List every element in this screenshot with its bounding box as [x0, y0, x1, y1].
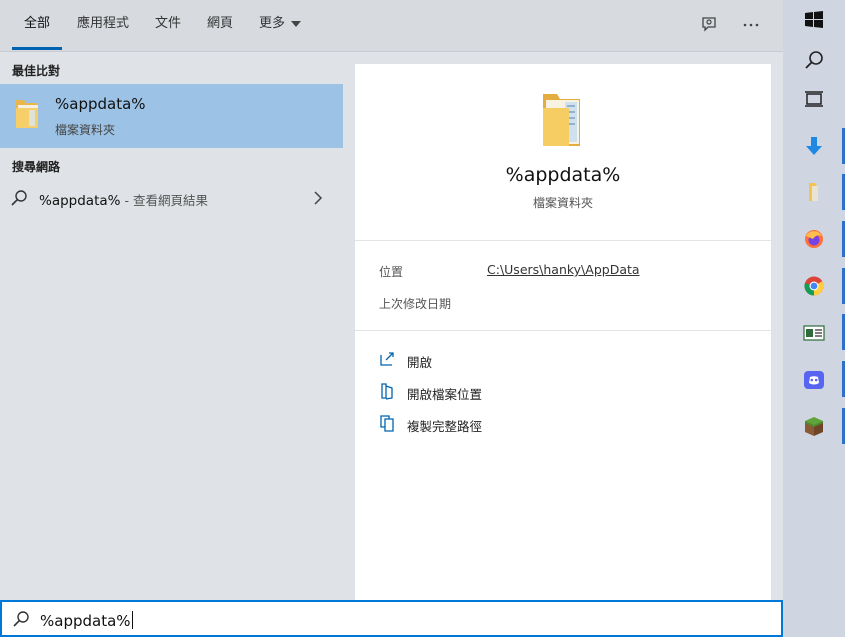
web-result-query: %appdata% [39, 193, 121, 209]
chrome-icon[interactable] [803, 275, 825, 297]
download-icon[interactable] [803, 135, 825, 157]
windows-start-icon[interactable] [803, 9, 825, 31]
chevron-down-icon [291, 20, 302, 27]
minecraft-icon[interactable] [803, 415, 825, 437]
discord-icon[interactable] [803, 369, 825, 391]
active-tab-indicator [12, 47, 62, 50]
search-icon[interactable] [803, 49, 825, 71]
news-app-icon[interactable] [803, 322, 825, 344]
search-input-value: %appdata% [40, 612, 131, 630]
preview-title: %appdata% [505, 164, 621, 186]
open-action[interactable]: 開啟 [379, 350, 499, 370]
text-cursor [131, 611, 133, 629]
task-view-icon[interactable] [803, 88, 825, 110]
copy-full-path-action[interactable]: 複製完整路徑 [379, 414, 519, 434]
open-location-icon [381, 383, 393, 400]
preview-pane: %appdata% 檔案資料夾 位置 C:\Users\hanky\AppDat… [355, 64, 771, 602]
modified-date-label: 上次修改日期 [379, 297, 452, 311]
tab-web[interactable]: 網頁 [207, 16, 233, 36]
tab-more[interactable]: 更多 [259, 16, 302, 36]
web-result-suffix: - 查看網頁結果 [120, 193, 208, 208]
search-panel: 全部 應用程式 文件 網頁 更多 最佳比對 %appdata% 檔案資料夾 搜尋… [0, 0, 783, 637]
search-input[interactable]: %appdata% [40, 611, 133, 630]
web-search-heading: 搜尋網路 [12, 160, 61, 174]
tab-more-label: 更多 [259, 16, 286, 31]
preview-subtitle: 檔案資料夾 [532, 196, 593, 210]
feedback-icon[interactable] [699, 15, 719, 35]
divider [355, 330, 771, 331]
file-explorer-icon[interactable] [803, 181, 825, 203]
folder-icon [16, 100, 38, 128]
tab-documents[interactable]: 文件 [155, 16, 181, 36]
open-action-label: 開啟 [407, 355, 433, 370]
search-icon [11, 190, 27, 206]
search-box[interactable]: %appdata% [0, 600, 783, 637]
best-match-title: %appdata% [55, 95, 146, 113]
open-icon [380, 352, 394, 366]
tab-all[interactable]: 全部 [24, 16, 50, 36]
best-match-subtitle: 檔案資料夾 [55, 123, 116, 137]
search-icon [13, 611, 29, 627]
taskbar [783, 0, 845, 637]
chevron-right-icon[interactable] [312, 190, 324, 206]
filter-tab-bar: 全部 應用程式 文件 網頁 更多 [0, 0, 783, 52]
web-search-result[interactable]: %appdata% - 查看網頁結果 [0, 186, 343, 212]
best-match-item[interactable]: %appdata% 檔案資料夾 [0, 84, 343, 148]
web-result-text: %appdata% - 查看網頁結果 [39, 190, 208, 209]
results-list: 最佳比對 %appdata% 檔案資料夾 搜尋網路 %appdata% - 查看… [0, 52, 343, 602]
open-file-location-label: 開啟檔案位置 [407, 387, 483, 402]
more-options-icon[interactable] [741, 15, 761, 35]
copy-full-path-label: 複製完整路徑 [407, 419, 483, 434]
location-label: 位置 [379, 265, 404, 279]
location-link[interactable]: C:\Users\hanky\AppData [487, 262, 640, 277]
folder-icon [543, 94, 580, 146]
firefox-icon[interactable] [803, 228, 825, 250]
best-match-heading: 最佳比對 [12, 64, 61, 78]
copy-path-icon [380, 415, 394, 432]
divider [355, 240, 771, 241]
tab-apps[interactable]: 應用程式 [77, 16, 129, 36]
open-file-location-action[interactable]: 開啟檔案位置 [379, 382, 519, 402]
